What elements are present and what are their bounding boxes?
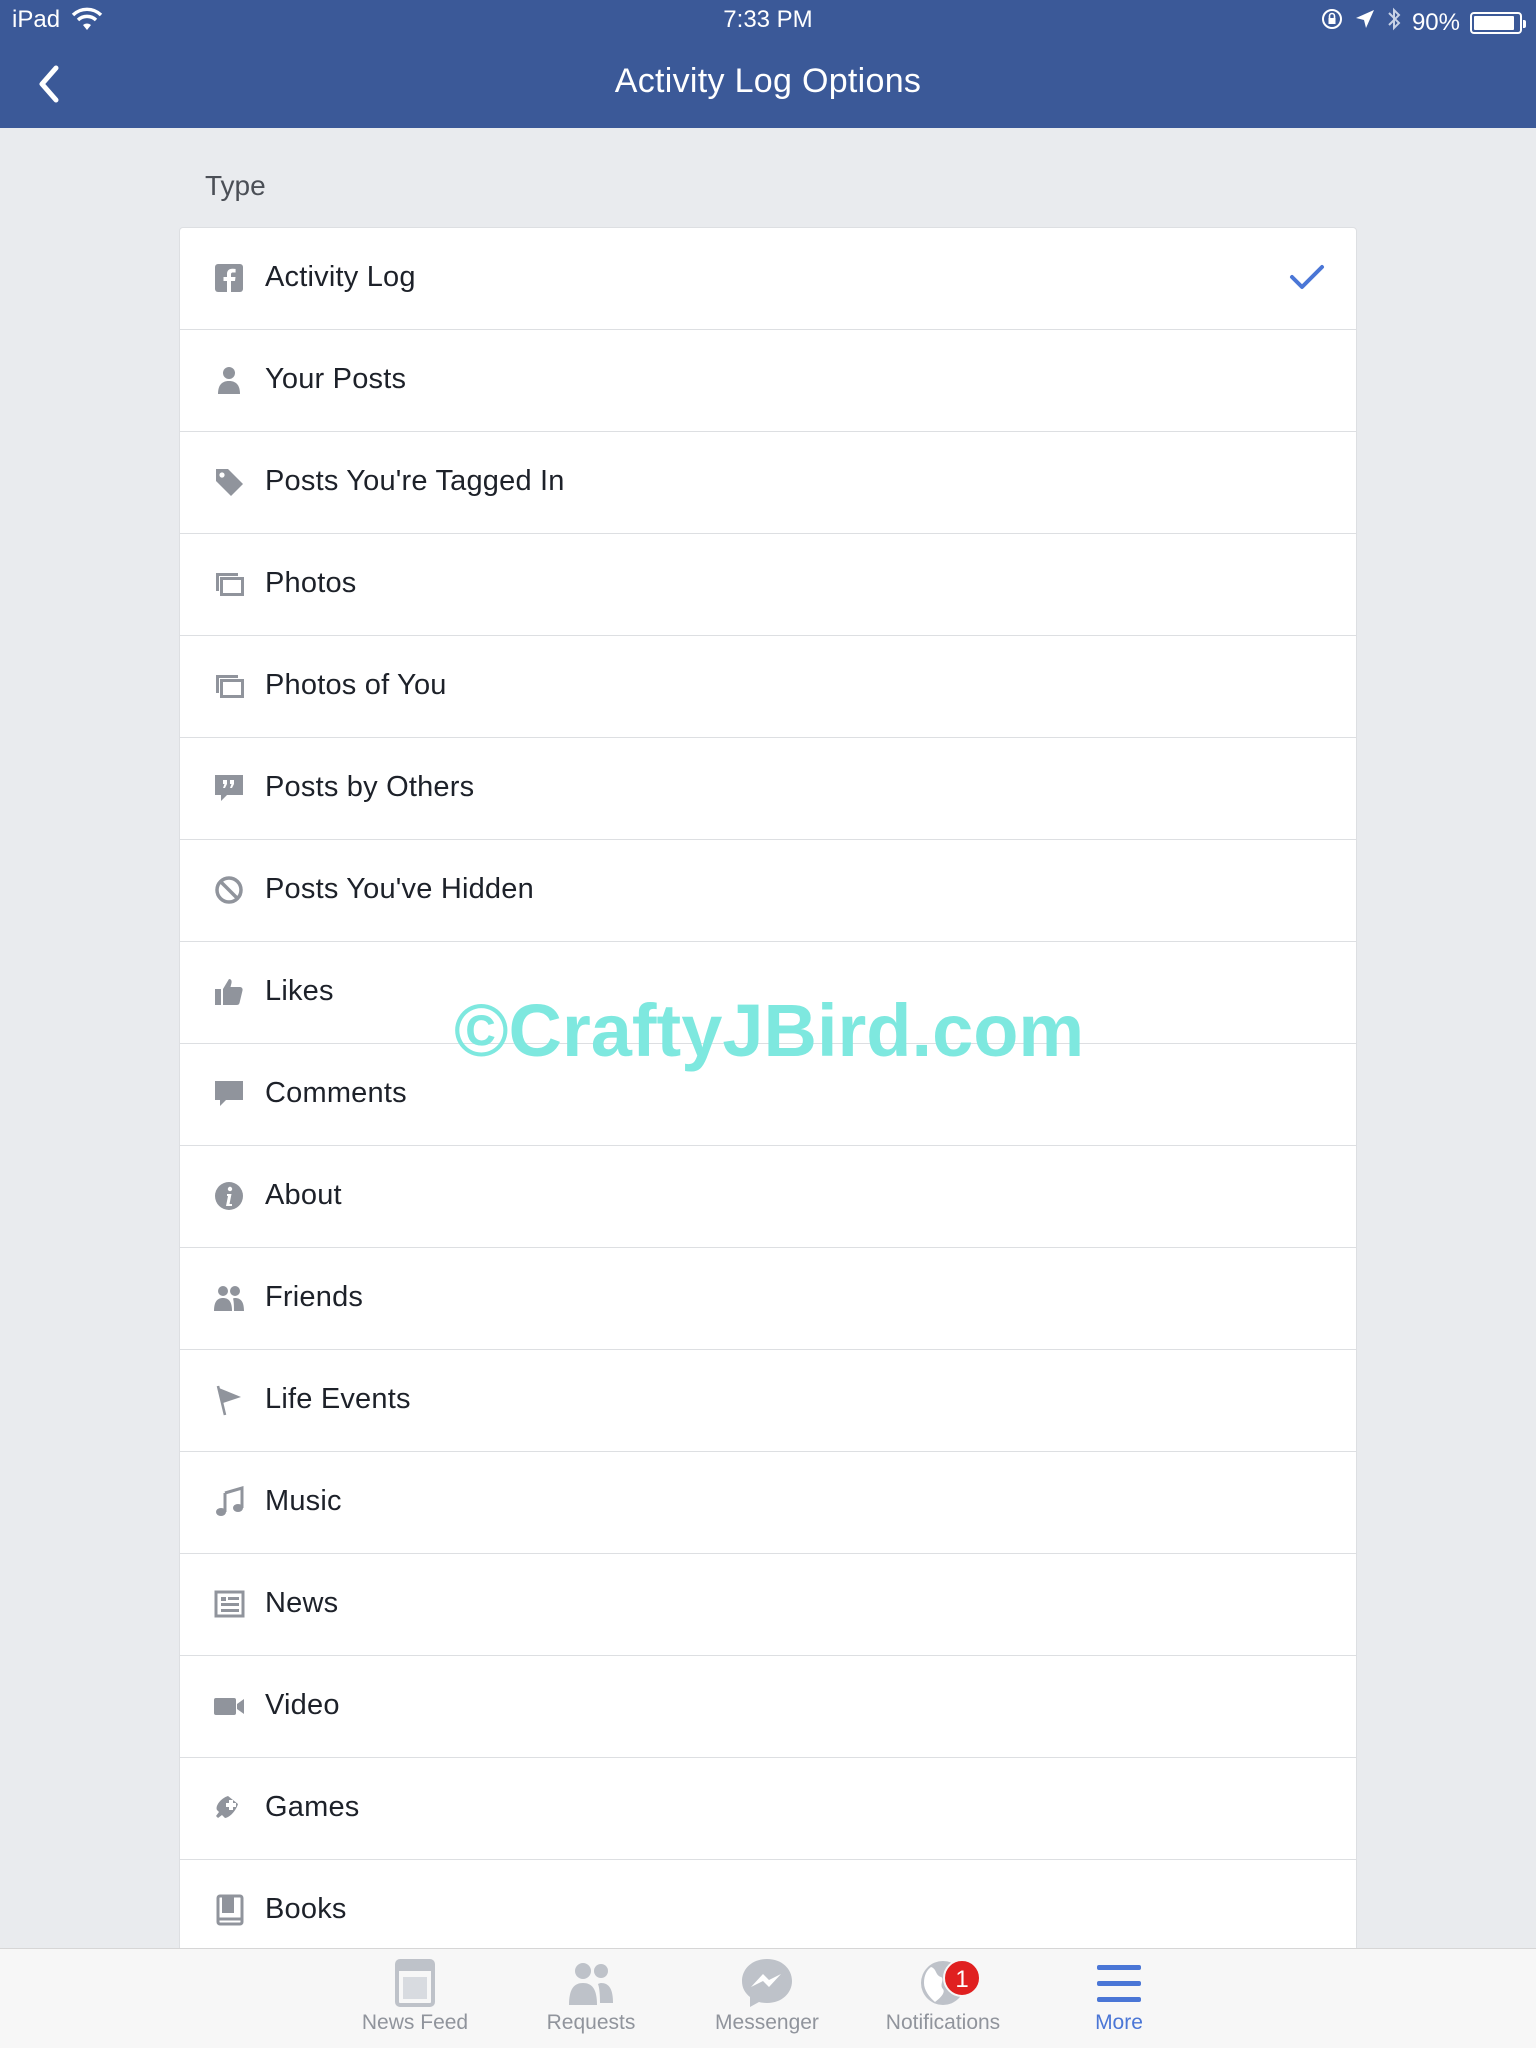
globe-icon: 1 bbox=[913, 1955, 981, 2011]
tab-requests[interactable]: Requests bbox=[506, 1955, 676, 2048]
quote-bubble-icon bbox=[212, 771, 246, 805]
watermark: ©CraftyJBird.com bbox=[454, 989, 1085, 1072]
person-icon bbox=[212, 363, 246, 397]
option-label: Books bbox=[265, 1893, 347, 1925]
hidden-icon bbox=[212, 873, 246, 907]
tab-news-feed[interactable]: News Feed bbox=[330, 1955, 500, 2048]
tag-icon bbox=[212, 465, 246, 499]
option-label: Photos of You bbox=[265, 669, 447, 701]
page-title: Activity Log Options bbox=[614, 62, 922, 100]
option-label: Activity Log bbox=[265, 261, 416, 293]
news-feed-icon bbox=[385, 1955, 445, 2011]
music-note-icon bbox=[212, 1485, 246, 1519]
option-row-games[interactable]: Games bbox=[180, 1758, 1356, 1860]
tab-label: Notifications bbox=[885, 2011, 1001, 2034]
option-row-photos-of-you[interactable]: Photos of You bbox=[180, 636, 1356, 738]
option-row-photos[interactable]: Photos bbox=[180, 534, 1356, 636]
menu-icon bbox=[1089, 1955, 1149, 2011]
option-row-posts-by-others[interactable]: Posts by Others bbox=[180, 738, 1356, 840]
game-controller-icon bbox=[212, 1791, 246, 1825]
option-row-posts-you-ve-hidden[interactable]: Posts You've Hidden bbox=[180, 840, 1356, 942]
option-label: About bbox=[265, 1179, 342, 1211]
battery-fill bbox=[1474, 15, 1514, 30]
option-row-posts-you-re-tagged-in[interactable]: Posts You're Tagged In bbox=[180, 432, 1356, 534]
friend-requests-icon bbox=[561, 1955, 621, 2011]
option-row-life-events[interactable]: Life Events bbox=[180, 1350, 1356, 1452]
tab-label: Requests bbox=[546, 2011, 636, 2034]
status-right: 90% bbox=[1320, 6, 1526, 39]
option-row-video[interactable]: Video bbox=[180, 1656, 1356, 1758]
option-row-news[interactable]: News bbox=[180, 1554, 1356, 1656]
orientation-lock-icon bbox=[1320, 7, 1344, 38]
photos-icon bbox=[212, 567, 246, 601]
notification-badge: 1 bbox=[943, 1959, 981, 1997]
checkmark-icon bbox=[1288, 258, 1326, 296]
option-label: Video bbox=[265, 1689, 340, 1721]
tab-bar: News Feed Requests Messenger 1 Notifications… bbox=[0, 1948, 1536, 2048]
section-label-type: Type bbox=[205, 170, 266, 201]
comment-icon bbox=[212, 1077, 246, 1111]
option-label: Posts by Others bbox=[265, 771, 475, 803]
flag-icon bbox=[212, 1383, 246, 1417]
option-label: Friends bbox=[265, 1281, 364, 1313]
option-label: Life Events bbox=[265, 1383, 411, 1415]
thumbs-up-icon bbox=[212, 975, 246, 1009]
option-label: Your Posts bbox=[265, 363, 407, 395]
option-label: Photos bbox=[265, 567, 357, 599]
tab-label: Messenger bbox=[715, 2011, 819, 2034]
header-bar: iPad 7:33 PM 90% Activity Log Options bbox=[0, 0, 1536, 128]
status-time: 7:33 PM bbox=[723, 6, 813, 33]
status-bar: iPad 7:33 PM 90% bbox=[0, 0, 1536, 40]
option-label: Music bbox=[265, 1485, 342, 1517]
option-label: Posts You've Hidden bbox=[265, 873, 534, 905]
friends-icon bbox=[212, 1281, 246, 1315]
nav-bar: Activity Log Options bbox=[0, 40, 1536, 128]
option-label: Games bbox=[265, 1791, 360, 1823]
option-label: Likes bbox=[265, 975, 334, 1007]
info-icon bbox=[212, 1179, 246, 1213]
book-icon bbox=[212, 1893, 246, 1927]
facebook-icon bbox=[212, 261, 246, 295]
option-row-books[interactable]: Books bbox=[180, 1860, 1356, 1962]
type-options-list: Activity Log Your Posts Posts You're Tagge… bbox=[179, 227, 1357, 1963]
option-row-your-posts[interactable]: Your Posts bbox=[180, 330, 1356, 432]
tab-label: More bbox=[1095, 2011, 1143, 2034]
bluetooth-icon bbox=[1386, 6, 1402, 39]
battery-percent: 90% bbox=[1411, 8, 1460, 36]
messenger-icon bbox=[737, 1955, 797, 2011]
option-label: Posts You're Tagged In bbox=[265, 465, 565, 497]
location-arrow-icon bbox=[1354, 8, 1376, 37]
tab-messenger[interactable]: Messenger bbox=[682, 1955, 852, 2048]
option-row-music[interactable]: Music bbox=[180, 1452, 1356, 1554]
option-row-about[interactable]: About bbox=[180, 1146, 1356, 1248]
photos-icon bbox=[212, 669, 246, 703]
tab-notifications[interactable]: 1 Notifications bbox=[858, 1955, 1028, 2048]
news-icon bbox=[212, 1587, 246, 1621]
option-row-friends[interactable]: Friends bbox=[180, 1248, 1356, 1350]
option-row-activity-log[interactable]: Activity Log bbox=[180, 228, 1356, 330]
battery-icon bbox=[1470, 11, 1526, 34]
option-label: News bbox=[265, 1587, 339, 1619]
tab-more[interactable]: More bbox=[1034, 1955, 1204, 2048]
option-label: Comments bbox=[265, 1077, 407, 1109]
video-camera-icon bbox=[212, 1689, 246, 1723]
tab-label: News Feed bbox=[361, 2011, 469, 2034]
